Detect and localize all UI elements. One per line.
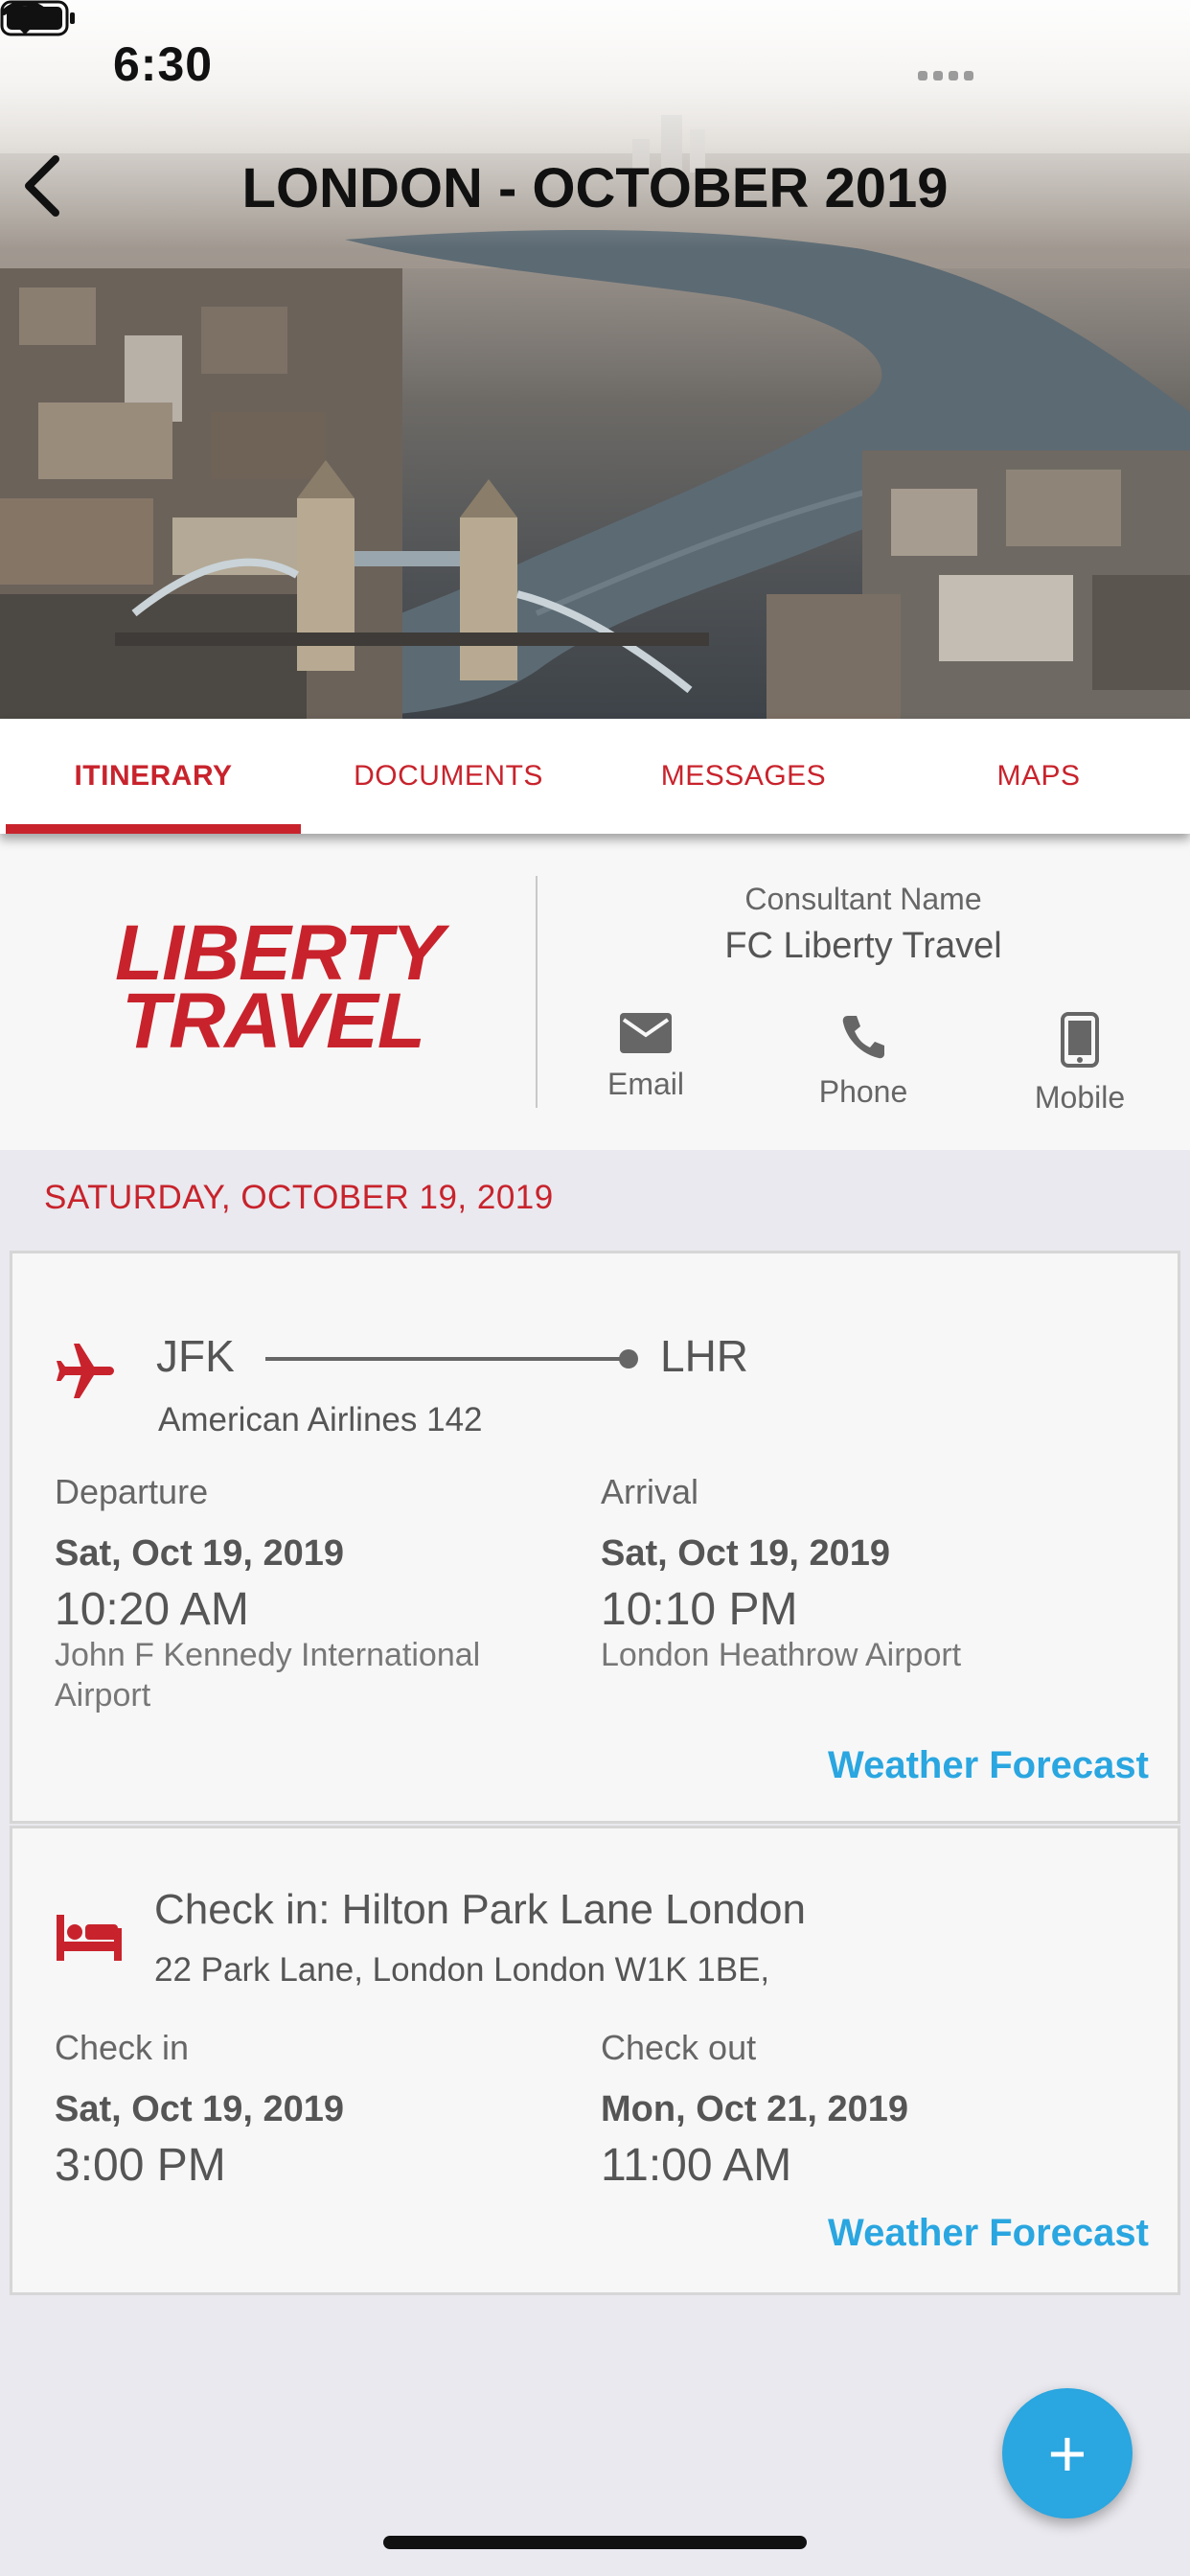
day-header: SATURDAY, OCTOBER 19, 2019: [44, 1179, 554, 1216]
phone-icon: [842, 1016, 884, 1059]
departure-airport: John F Kennedy International Airport: [55, 1637, 481, 1714]
email-label: Email: [606, 1067, 684, 1101]
hotel-address: 22 Park Lane, London London W1K 1BE,: [154, 1951, 770, 1989]
check-in-info: Check in Sat, Oct 19, 2019 3:00 PM: [55, 2028, 344, 2191]
tab-bar: ITINERARY DOCUMENTS MESSAGES MAPS: [0, 719, 1190, 834]
tab-documents[interactable]: DOCUMENTS: [301, 719, 596, 834]
flight-weather-forecast-link[interactable]: Weather Forecast: [828, 1744, 1149, 1787]
plus-icon: +: [1047, 2416, 1087, 2491]
status-time: 6:30: [113, 37, 214, 91]
check-out-label: Check out: [601, 2028, 757, 2067]
bed-icon: [57, 1915, 122, 1961]
chevron-left-icon: [25, 155, 59, 217]
airplane-icon: [57, 1344, 114, 1398]
envelope-icon: [620, 1013, 672, 1053]
flight-card[interactable]: JFK LHR American Airlines 142 Departure …: [10, 1251, 1180, 1824]
check-out-time: 11:00 AM: [601, 2140, 792, 2191]
liberty-travel-logo: LIBERTY TRAVEL: [115, 914, 444, 1065]
flight-number: American Airlines 142: [158, 1401, 483, 1438]
hotel-weather-forecast-link[interactable]: Weather Forecast: [828, 2212, 1149, 2255]
arrival-label: Arrival: [601, 1472, 699, 1511]
mobile-button[interactable]: Mobile: [984, 1012, 1176, 1116]
consultant-name: FC Liberty Travel: [724, 926, 1002, 966]
check-in-time: 3:00 PM: [55, 2140, 226, 2191]
destination-code: LHR: [660, 1331, 749, 1381]
vertical-divider: [536, 876, 538, 1108]
origin-code: JFK: [156, 1331, 235, 1381]
tab-itinerary[interactable]: ITINERARY: [6, 719, 301, 834]
departure-date: Sat, Oct 19, 2019: [55, 1533, 345, 1574]
check-in-date: Sat, Oct 19, 2019: [55, 2089, 345, 2129]
cellular-signal-icon: [918, 71, 973, 80]
route-end-dot: [619, 1349, 638, 1368]
logo-line-2: TRAVEL: [122, 977, 425, 1065]
phone-label: Phone: [818, 1074, 908, 1109]
hotel-card[interactable]: Check in: Hilton Park Lane London 22 Par…: [10, 1826, 1180, 2295]
email-button[interactable]: Email: [550, 1012, 742, 1102]
tab-maps[interactable]: MAPS: [891, 719, 1186, 834]
departure-info: Departure Sat, Oct 19, 2019 10:20 AM Joh…: [55, 1472, 553, 1715]
mobile-phone-icon: [1061, 1012, 1099, 1068]
departure-time: 10:20 AM: [55, 1584, 249, 1635]
page-title: LONDON - OCTOBER 2019: [241, 157, 949, 219]
add-button[interactable]: +: [1002, 2388, 1133, 2518]
arrival-airport: London Heathrow Airport: [601, 1637, 962, 1673]
arrival-info: Arrival Sat, Oct 19, 2019 10:10 PM Londo…: [601, 1472, 1099, 1675]
home-indicator: [383, 2536, 807, 2549]
check-out-info: Check out Mon, Oct 21, 2019 11:00 AM: [601, 2028, 908, 2191]
mobile-label: Mobile: [1034, 1080, 1126, 1115]
arrival-date: Sat, Oct 19, 2019: [601, 1533, 891, 1574]
battery-icon: [0, 0, 75, 36]
hotel-name: Check in: Hilton Park Lane London: [154, 1886, 806, 1933]
arrival-time: 10:10 PM: [601, 1584, 798, 1635]
consultant-panel: LIBERTY TRAVEL Consultant Name FC Libert…: [0, 834, 1190, 1150]
hero-image: 6:30 LONDON - OCTOBER 2019: [0, 0, 1190, 719]
status-bar: 6:30: [0, 0, 1190, 134]
check-out-date: Mon, Oct 21, 2019: [601, 2089, 909, 2129]
phone-button[interactable]: Phone: [767, 1012, 959, 1110]
route-line: [265, 1357, 631, 1361]
tab-messages[interactable]: MESSAGES: [596, 719, 891, 834]
check-in-label: Check in: [55, 2028, 190, 2067]
departure-label: Departure: [55, 1472, 209, 1511]
consultant-label: Consultant Name: [744, 882, 982, 916]
back-button[interactable]: [19, 153, 96, 230]
